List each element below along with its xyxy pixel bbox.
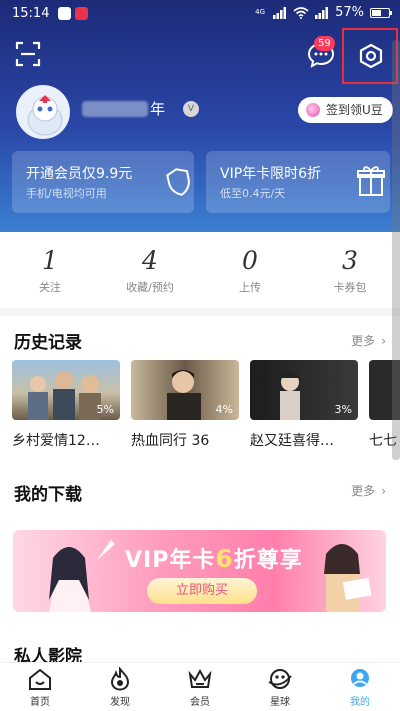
vip-promo-banner[interactable]: VIP年卡6折尊享 立即购买 — [13, 530, 386, 612]
promo-card-vip-annual[interactable]: VIP年卡限时6折 低至0.4元/天 — [206, 151, 390, 213]
username[interactable]: 年 — [82, 98, 182, 120]
history-item[interactable]: 5% 乡村爱情12… — [12, 360, 120, 450]
signal-icon — [315, 6, 329, 19]
tab-label: 发现 — [110, 697, 130, 708]
checkin-button[interactable]: 签到领U豆 — [298, 97, 393, 123]
status-right: 4G 57% — [253, 5, 392, 20]
tab-label: 会员 — [190, 697, 210, 708]
tab-label: 星球 — [270, 697, 290, 708]
history-more-link[interactable]: 更多 › — [351, 332, 386, 349]
tab-mine[interactable]: 我的 — [320, 663, 400, 711]
stat-value: 4 — [142, 246, 158, 275]
crown-icon — [188, 668, 212, 688]
planet-icon — [268, 669, 292, 689]
network-type: 4G — [255, 8, 266, 16]
stat-follow[interactable]: 1 关注 — [0, 246, 100, 301]
history-progress: 5% — [96, 403, 114, 416]
settings-hex-icon — [359, 43, 383, 69]
scan-icon[interactable] — [14, 40, 42, 68]
stat-label: 卡券包 — [333, 281, 367, 294]
tab-planet[interactable]: 星球 — [240, 663, 320, 711]
shield-icon — [166, 168, 190, 196]
status-time: 15:14 — [12, 6, 50, 21]
stat-coupons[interactable]: 3 卡券包 — [300, 246, 400, 301]
app-notification-icon — [75, 7, 88, 20]
username-redacted — [82, 101, 148, 117]
battery-icon — [370, 7, 392, 18]
flame-icon — [110, 666, 130, 691]
history-list: 5% 乡村爱情12… 4% 热血同行 36 3% 赵又廷喜得… 七七 — [12, 360, 400, 450]
stat-value: 1 — [42, 246, 58, 275]
promo-title: 开通会员仅9.9元 — [26, 166, 133, 182]
downloads-more-link[interactable]: 更多 › — [351, 482, 386, 499]
banner-character-left — [49, 540, 115, 612]
tab-home[interactable]: 首页 — [0, 663, 80, 711]
stat-value: 3 — [342, 246, 358, 275]
stats-row: 1 关注 4 收藏/预约 0 上传 3 卡券包 — [0, 246, 400, 301]
banner-title-prefix: VIP年卡 — [125, 548, 216, 573]
downloads-title: 我的下载 — [14, 485, 82, 505]
history-item[interactable]: 3% 赵又廷喜得… — [250, 360, 358, 450]
promo-subtitle: 手机/电视均可用 — [26, 187, 107, 200]
history-thumbnail: 3% — [250, 360, 358, 420]
username-text: 年 — [150, 100, 166, 118]
history-title: 历史记录 — [14, 333, 82, 353]
stat-label: 上传 — [239, 281, 261, 294]
history-progress: 4% — [215, 403, 233, 416]
promo-title: VIP年卡限时6折 — [220, 166, 322, 182]
stat-uploads[interactable]: 0 上传 — [200, 246, 300, 301]
buy-now-button[interactable]: 立即购买 — [147, 578, 257, 604]
gift-icon — [357, 166, 385, 196]
app-notification-icon — [58, 7, 71, 20]
status-bar: 15:14 4G 57% — [0, 0, 400, 28]
wifi-icon — [293, 6, 309, 19]
banner-title: VIP年卡6折尊享 — [125, 542, 303, 574]
promo-subtitle: 低至0.4元/天 — [220, 187, 286, 200]
history-title-text: 赵又廷喜得… — [250, 433, 334, 449]
home-icon — [29, 668, 51, 690]
history-item[interactable]: 4% 热血同行 36 — [131, 360, 239, 450]
chevron-right-icon: › — [381, 334, 386, 348]
banner-character-right — [324, 544, 372, 612]
checkin-label: 签到领U豆 — [326, 103, 383, 117]
banner-title-suffix: 折尊享 — [233, 548, 303, 573]
tab-vip[interactable]: 会员 — [160, 663, 240, 711]
more-label: 更多 — [351, 334, 376, 348]
avatar[interactable] — [16, 85, 70, 139]
message-badge: 59 — [314, 36, 335, 51]
history-title-text: 热血同行 36 — [131, 433, 210, 449]
more-label: 更多 — [351, 484, 376, 498]
promo-card-membership[interactable]: 开通会员仅9.9元 手机/电视均可用 — [12, 151, 194, 213]
u-coin-icon — [306, 103, 320, 117]
banner-title-highlight: 6 — [215, 544, 234, 573]
signal-icon — [273, 6, 287, 19]
tab-discover[interactable]: 发现 — [80, 663, 160, 711]
stat-label: 关注 — [39, 281, 61, 294]
stat-favorites[interactable]: 4 收藏/预约 — [100, 246, 200, 301]
scroll-indicator[interactable] — [392, 40, 400, 460]
rank-badge: V — [183, 101, 199, 117]
history-progress: 3% — [334, 403, 352, 416]
status-app-icons — [58, 7, 88, 20]
stat-label: 收藏/预约 — [126, 281, 174, 294]
history-thumbnail: 4% — [131, 360, 239, 420]
tab-label: 首页 — [30, 697, 50, 708]
history-title-text: 乡村爱情12… — [12, 433, 100, 449]
bottom-tab-bar: 首页 发现 会员 星球 我的 — [0, 662, 400, 711]
tab-label: 我的 — [350, 697, 370, 708]
settings-button[interactable] — [342, 28, 398, 84]
section-divider — [0, 308, 400, 316]
history-thumbnail: 5% — [12, 360, 120, 420]
stat-value: 0 — [242, 246, 258, 275]
chevron-right-icon: › — [381, 484, 386, 498]
profile-active-icon — [351, 669, 369, 687]
battery-percent: 57% — [335, 5, 364, 20]
